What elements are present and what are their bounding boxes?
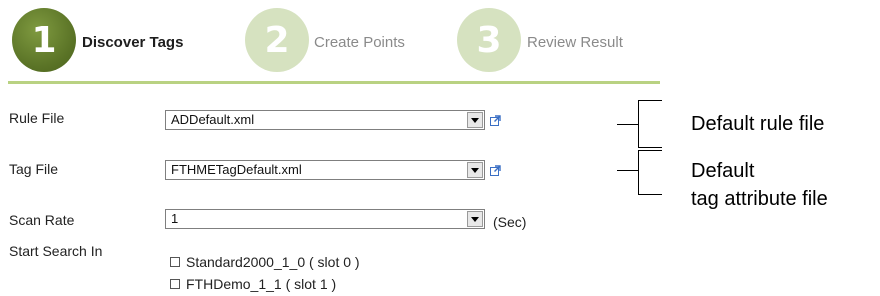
rule-file-select[interactable]: ADDefault.xml	[165, 110, 485, 130]
rule-file-label: Rule File	[9, 110, 65, 126]
tag-file-note-line2: tag attribute file	[691, 188, 828, 210]
external-link-icon[interactable]	[490, 165, 501, 176]
step-2-circle[interactable]: 2	[245, 8, 309, 72]
rule-file-value: ADDefault.xml	[171, 112, 255, 127]
callout-bracket-bottom	[638, 194, 662, 195]
step-3-number: 3	[476, 19, 502, 61]
scan-rate-value: 1	[171, 211, 179, 226]
callout-bracket	[638, 100, 639, 148]
step-1-label[interactable]: Discover Tags	[82, 34, 183, 51]
step-1-number: 1	[31, 19, 57, 61]
chevron-down-icon[interactable]	[467, 211, 483, 227]
checkbox[interactable]	[170, 279, 180, 289]
step-2-number: 2	[264, 19, 290, 61]
search-option-label: FTHDemo_1_1 ( slot 1 )	[186, 276, 337, 292]
search-option-slot-1[interactable]: FTHDemo_1_1 ( slot 1 )	[170, 276, 336, 292]
step-3-label[interactable]: Review Result	[527, 34, 623, 51]
chevron-down-icon[interactable]	[467, 112, 483, 128]
rule-file-note: Default rule file	[691, 113, 825, 135]
tag-file-value: FTHMETagDefault.xml	[171, 162, 302, 177]
callout-bracket-bottom	[638, 147, 662, 148]
scan-rate-unit: (Sec)	[493, 214, 527, 230]
step-3-circle[interactable]: 3	[457, 8, 521, 72]
step-1-circle[interactable]: 1	[12, 8, 76, 72]
search-option-slot-0[interactable]: Standard2000_1_0 ( slot 0 )	[170, 254, 360, 270]
callout-bracket-top	[638, 150, 662, 151]
chevron-down-icon[interactable]	[467, 162, 483, 178]
tag-file-note-line1: Default	[691, 160, 755, 182]
start-search-label: Start Search In	[9, 243, 103, 259]
scan-rate-select[interactable]: 1	[165, 209, 485, 229]
wizard-divider	[8, 81, 660, 84]
scan-rate-label: Scan Rate	[9, 212, 75, 228]
tag-file-select[interactable]: FTHMETagDefault.xml	[165, 160, 485, 180]
external-link-icon[interactable]	[490, 115, 501, 126]
tag-file-label: Tag File	[9, 161, 59, 177]
callout-bracket	[638, 150, 639, 195]
callout-connector	[617, 170, 638, 171]
search-option-label: Standard2000_1_0 ( slot 0 )	[186, 254, 360, 270]
callout-bracket-top	[638, 100, 662, 101]
checkbox[interactable]	[170, 257, 180, 267]
callout-connector	[617, 124, 638, 125]
step-2-label[interactable]: Create Points	[314, 34, 405, 51]
